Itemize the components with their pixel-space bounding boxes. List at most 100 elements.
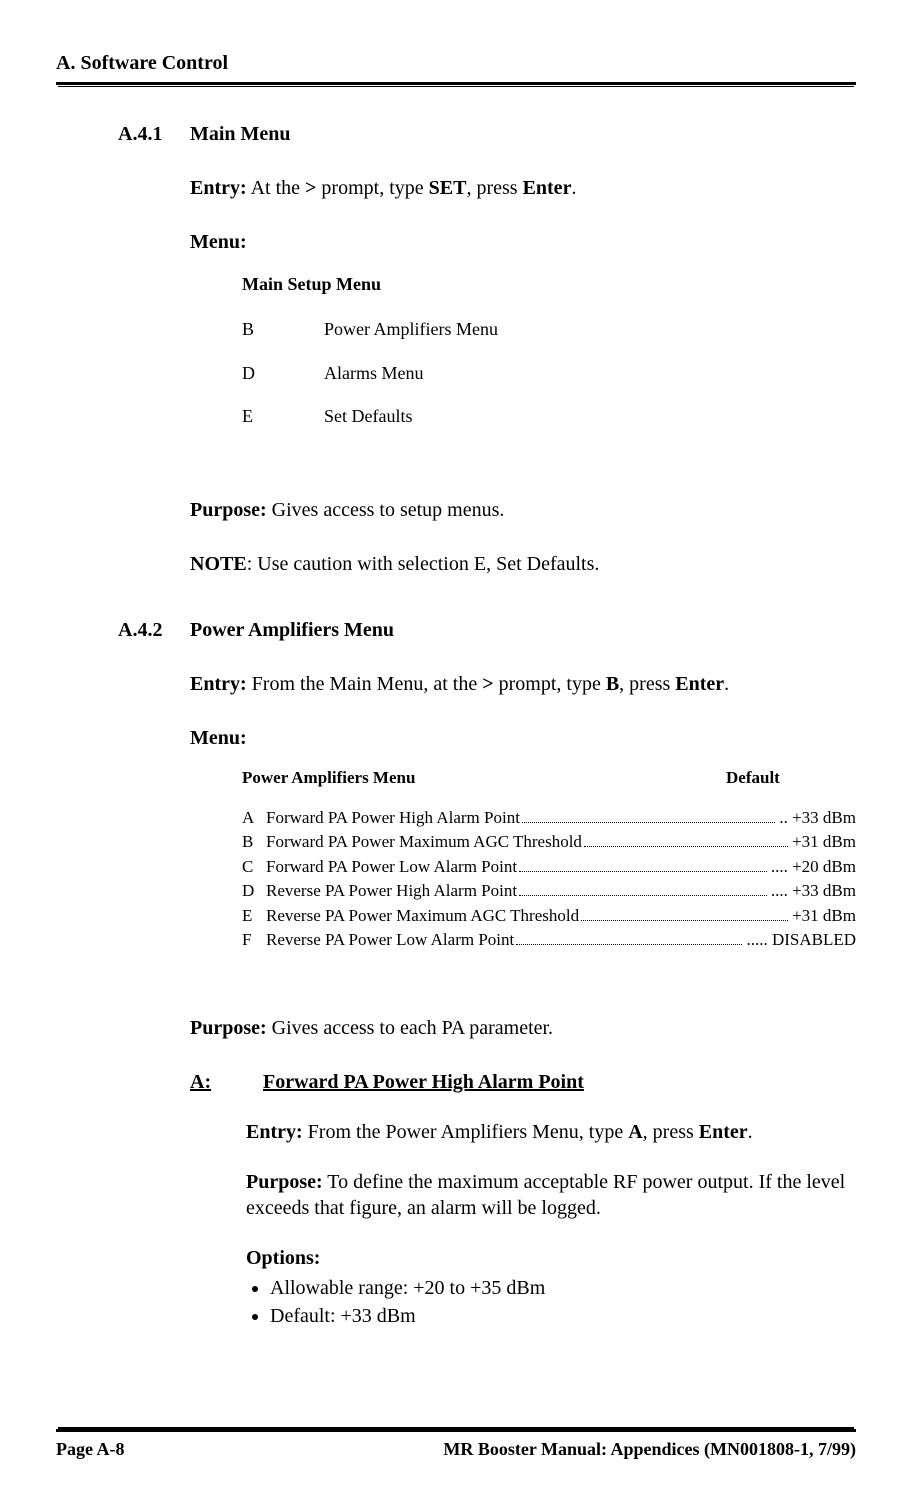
option-item: Allowable range: +20 to +35 dBm — [270, 1275, 856, 1301]
entry-text: , press — [619, 673, 675, 695]
purpose-label: Purpose: — [246, 1171, 323, 1193]
pa-default: .. +33 dBm — [779, 807, 856, 829]
a-options-block: Options: Allowable range: +20 to +35 dBm… — [246, 1245, 856, 1329]
pa-menu-block: Power Amplifiers Menu Default A Forward … — [242, 767, 856, 951]
menu-label-a42: Menu: Power Amplifiers Menu Default A Fo… — [190, 725, 856, 951]
menu-item-e: E Set Defaults — [242, 405, 856, 428]
pa-item-e: E Reverse PA Power Maximum AGC Threshold… — [242, 904, 856, 926]
a-purpose-line: Purpose: To define the maximum acceptabl… — [246, 1169, 856, 1221]
leader-dots — [581, 904, 788, 920]
section-title: Main Menu — [190, 121, 291, 147]
menu-key: B — [242, 318, 324, 341]
pa-label: Forward PA Power Low Alarm Point — [266, 856, 517, 878]
menu-value: Alarms Menu — [324, 362, 423, 385]
enter-key: Enter — [699, 1121, 748, 1143]
menu-label: Menu: — [190, 231, 247, 253]
section-title: Power Amplifiers Menu — [190, 617, 394, 643]
a-entry-line: Entry: From the Power Amplifiers Menu, t… — [246, 1119, 856, 1145]
leader-dots — [516, 929, 742, 945]
pa-key: C — [242, 856, 266, 878]
pa-label: Forward PA Power Maximum AGC Threshold — [266, 831, 582, 853]
pa-key: E — [242, 905, 266, 927]
menu-value: Set Defaults — [324, 405, 412, 428]
purpose-line-a41: Purpose: Gives access to setup menus. — [190, 497, 856, 523]
pa-default: .... +33 dBm — [771, 880, 856, 902]
pa-item-f: F Reverse PA Power Low Alarm Point .....… — [242, 929, 856, 951]
entry-text: From the Main Menu, at the — [247, 673, 483, 695]
gt-prompt: > — [482, 673, 493, 695]
leader-dots — [519, 880, 767, 896]
entry-label: Entry: — [190, 673, 247, 695]
footer-doc-title: MR Booster Manual: Appendices (MN001808-… — [443, 1438, 856, 1461]
page-footer: Page A-8 MR Booster Manual: Appendices (… — [56, 1429, 856, 1461]
page-header: A. Software Control — [56, 50, 856, 76]
section-heading-a42: A.4.2 Power Amplifiers Menu — [118, 617, 856, 643]
menu-item-b: B Power Amplifiers Menu — [242, 318, 856, 341]
entry-text: prompt, type — [494, 673, 606, 695]
entry-line-a42: Entry: From the Main Menu, at the > prom… — [190, 671, 856, 697]
pa-default: ..... DISABLED — [746, 929, 856, 951]
options-label: Options: — [246, 1247, 320, 1269]
purpose-label: Purpose: — [190, 1017, 267, 1039]
section-number: A.4.2 — [118, 617, 190, 643]
entry-text: , press — [643, 1121, 699, 1143]
pa-default: .... +20 dBm — [771, 856, 856, 878]
command-text: B — [606, 673, 619, 695]
header-rule — [56, 80, 856, 85]
note-label: NOTE — [190, 553, 247, 575]
pa-item-d: D Reverse PA Power High Alarm Point ....… — [242, 880, 856, 902]
entry-text: . — [748, 1121, 753, 1143]
purpose-text: Gives access to setup menus. — [267, 499, 505, 521]
purpose-text: Gives access to each PA parameter. — [267, 1017, 553, 1039]
entry-text: prompt, type — [316, 177, 428, 199]
main-setup-menu-title: Main Setup Menu — [242, 273, 856, 296]
command-text: A — [628, 1121, 642, 1143]
entry-text: . — [571, 177, 576, 199]
pa-key: D — [242, 880, 266, 902]
enter-key: Enter — [675, 673, 724, 695]
pa-label: Reverse PA Power Maximum AGC Threshold — [266, 905, 579, 927]
pa-label: Reverse PA Power High Alarm Point — [266, 880, 517, 902]
pa-default: +31 dBm — [792, 905, 856, 927]
pa-label: Reverse PA Power Low Alarm Point — [266, 929, 514, 951]
purpose-label: Purpose: — [190, 499, 267, 521]
pa-menu-header: Power Amplifiers Menu Default — [242, 767, 856, 789]
pa-key: B — [242, 831, 266, 853]
enter-key: Enter — [523, 177, 572, 199]
leader-dots — [522, 807, 775, 823]
entry-line-a41: Entry: At the > prompt, type SET, press … — [190, 175, 856, 201]
purpose-text: To define the maximum acceptable RF powe… — [246, 1171, 845, 1219]
menu-key: E — [242, 405, 324, 428]
section-number: A.4.1 — [118, 121, 190, 147]
section-heading-a41: A.4.1 Main Menu — [118, 121, 856, 147]
pa-item-c: C Forward PA Power Low Alarm Point .... … — [242, 855, 856, 877]
menu-item-d: D Alarms Menu — [242, 362, 856, 385]
sub-key: A: — [190, 1069, 258, 1095]
pa-key: F — [242, 929, 266, 951]
pa-menu-title: Power Amplifiers Menu — [242, 767, 726, 789]
main-setup-menu-block: Main Setup Menu B Power Amplifiers Menu … — [242, 273, 856, 429]
leader-dots — [519, 855, 767, 871]
entry-text: , press — [466, 177, 522, 199]
gt-prompt: > — [305, 177, 316, 199]
pa-item-b: B Forward PA Power Maximum AGC Threshold… — [242, 831, 856, 853]
option-item: Default: +33 dBm — [270, 1303, 856, 1329]
purpose-line-a42: Purpose: Gives access to each PA paramet… — [190, 1015, 856, 1041]
note-line-a41: NOTE: Use caution with selection E, Set … — [190, 551, 856, 577]
options-list: Allowable range: +20 to +35 dBm Default:… — [246, 1275, 856, 1329]
entry-text: From the Power Amplifiers Menu, type — [303, 1121, 629, 1143]
pa-item-a: A Forward PA Power High Alarm Point .. +… — [242, 807, 856, 829]
pa-default-header: Default — [726, 767, 856, 789]
entry-label: Entry: — [246, 1121, 303, 1143]
entry-text: . — [724, 673, 729, 695]
entry-text: At the — [247, 177, 305, 199]
sub-title: Forward PA Power High Alarm Point — [263, 1071, 584, 1093]
leader-dots — [584, 831, 788, 847]
menu-label-a41: Menu: Main Setup Menu B Power Amplifiers… — [190, 229, 856, 429]
footer-page-number: Page A-8 — [56, 1438, 124, 1461]
command-text: SET — [429, 177, 467, 199]
pa-default: +31 dBm — [792, 831, 856, 853]
menu-key: D — [242, 362, 324, 385]
note-text: : Use caution with selection E, Set Defa… — [247, 553, 600, 575]
sub-heading-a: A: Forward PA Power High Alarm Point — [190, 1069, 856, 1095]
